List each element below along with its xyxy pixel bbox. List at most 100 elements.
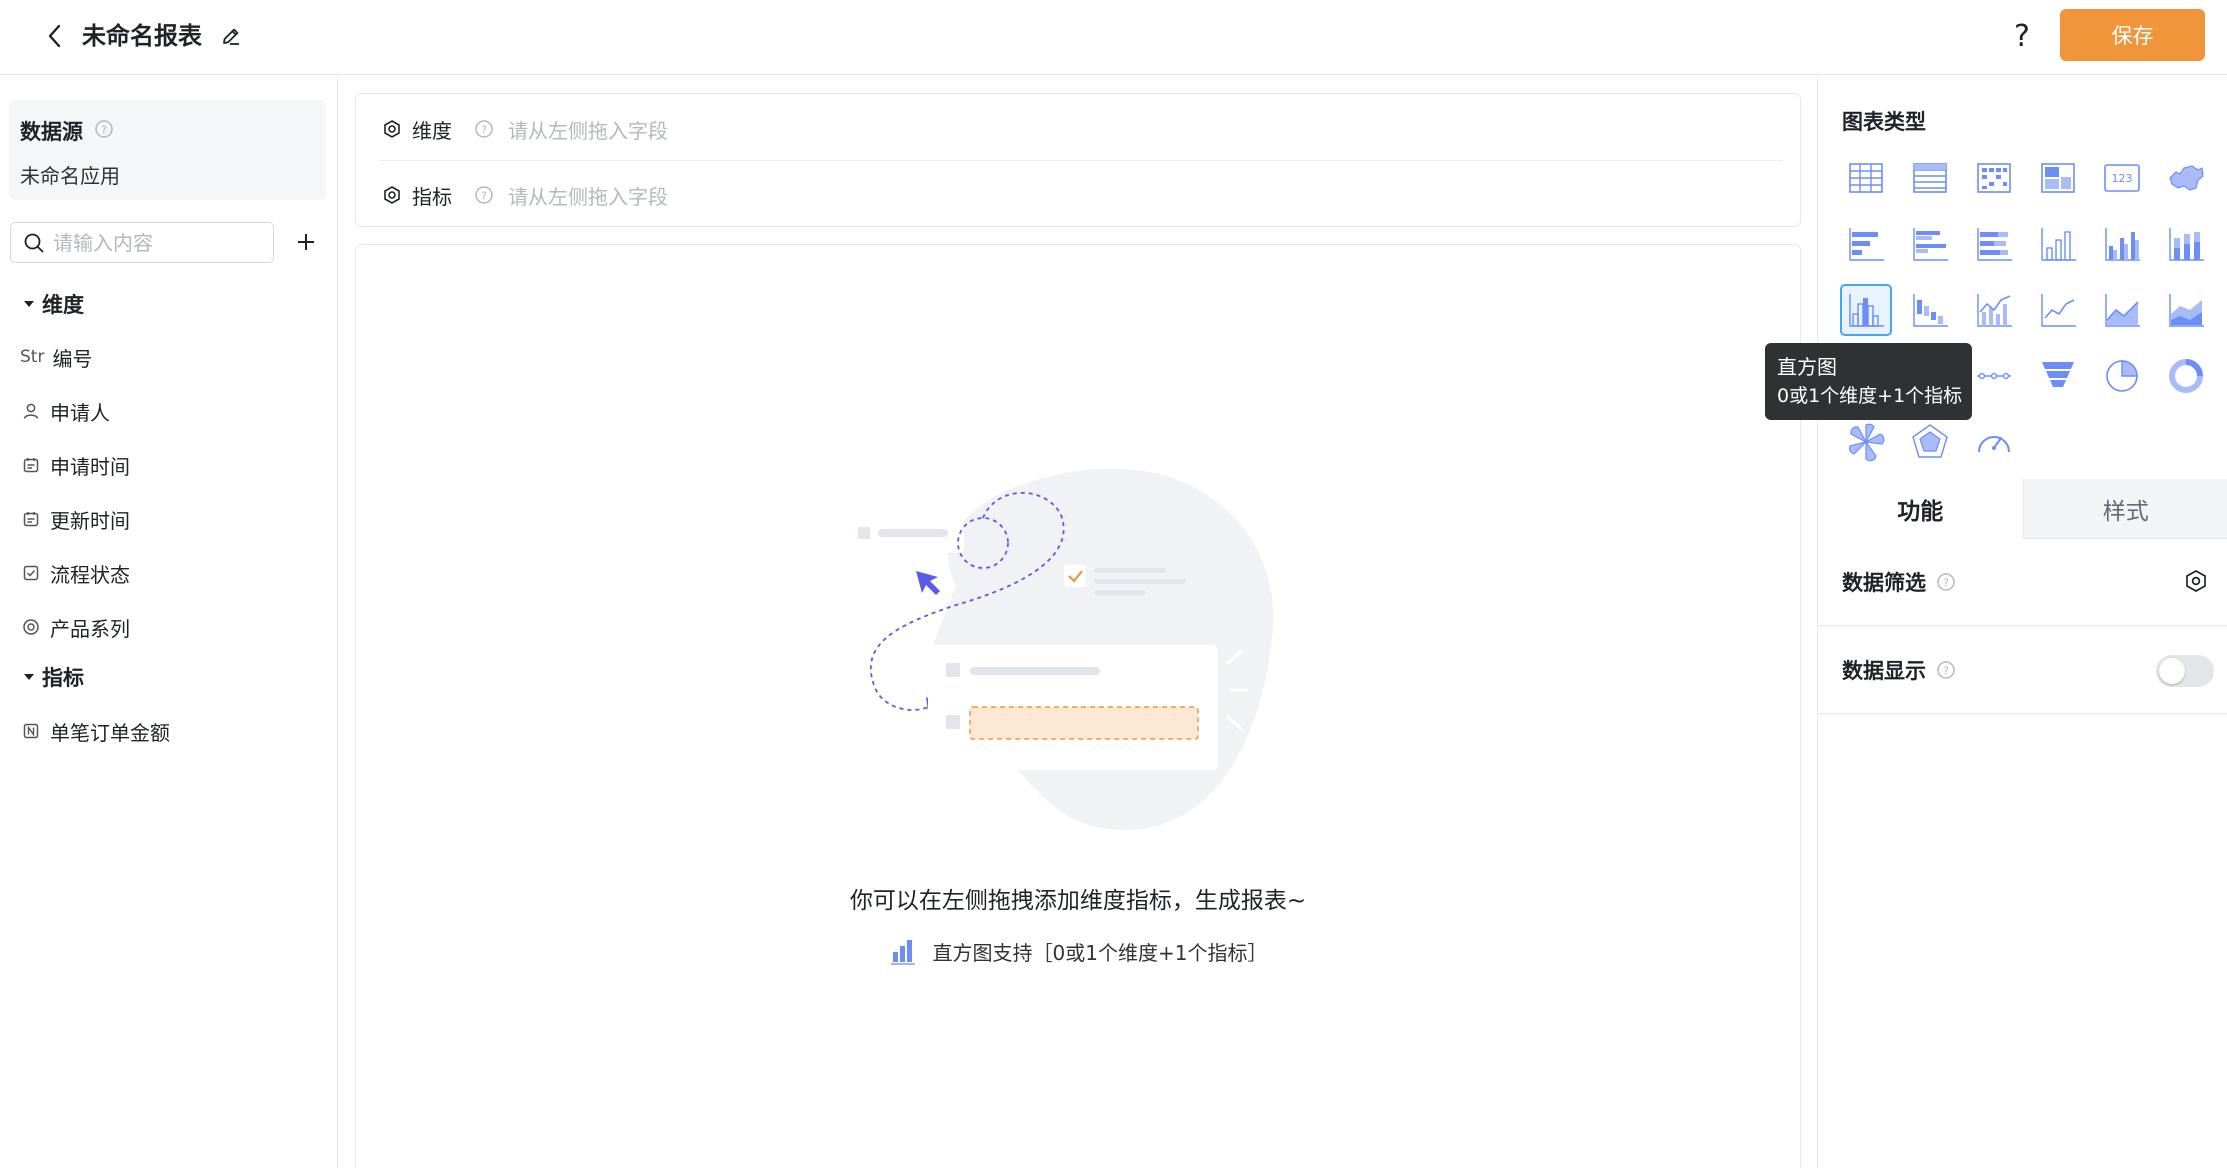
tooltip-title: 直方图	[1777, 355, 1837, 379]
back-button[interactable]	[38, 18, 70, 54]
chart-type-rose[interactable]	[1840, 416, 1892, 468]
pivot-table-icon	[1977, 163, 2011, 193]
field-item-product-series[interactable]: 产品系列	[20, 612, 130, 642]
datasource-card[interactable]: 数据源 ? 未命名应用	[9, 100, 326, 200]
report-canvas: 你可以在左侧拖拽添加维度指标，生成报表~ 直方图支持［0或1个维度+1个指标］	[355, 244, 1801, 1168]
chart-type-area-stacked[interactable]	[2160, 284, 2212, 336]
caret-down-icon	[24, 301, 34, 307]
chart-type-title: 图表类型	[1842, 110, 1926, 134]
gauge-icon	[1978, 436, 2010, 453]
field-item-order-amount[interactable]: 单笔订单金额	[20, 716, 170, 746]
svg-text:?: ?	[481, 190, 487, 203]
chart-type-gauge[interactable]	[1968, 416, 2020, 468]
chart-type-waterfall[interactable]	[1904, 284, 1956, 336]
chart-type-pie[interactable]	[2096, 350, 2148, 402]
tab-style[interactable]: 样式	[2022, 479, 2227, 539]
chart-type-radar[interactable]	[1904, 416, 1956, 468]
histogram-hint-icon	[890, 939, 915, 965]
chart-type-line[interactable]	[2032, 284, 2084, 336]
help-circle-icon[interactable]: ?	[94, 119, 114, 139]
report-title: 未命名报表	[82, 22, 202, 50]
timeline-icon	[1977, 372, 2011, 380]
calendar-icon	[20, 454, 42, 476]
dimension-group-header[interactable]: 维度	[24, 289, 84, 319]
chart-type-grid-table[interactable]	[2032, 152, 2084, 204]
save-button[interactable]: 保存	[2060, 9, 2205, 61]
field-item-apply-time[interactable]: 申请时间	[20, 450, 130, 480]
plus-icon	[298, 234, 314, 250]
chart-type-column-line[interactable]	[1968, 284, 2020, 336]
chart-type-table[interactable]	[1840, 152, 1892, 204]
calendar-icon	[20, 508, 42, 530]
help-circle-icon[interactable]: ?	[1936, 660, 1956, 680]
help-circle-icon[interactable]: ?	[474, 119, 494, 139]
chart-type-column-grouped[interactable]	[2096, 218, 2148, 270]
chart-type-column-stacked[interactable]	[2160, 218, 2212, 270]
chart-type-indicator-card[interactable]: 123	[2096, 152, 2148, 204]
chart-type-map[interactable]	[2160, 152, 2212, 204]
funnel-icon	[2042, 362, 2074, 387]
svg-text:?: ?	[101, 124, 107, 137]
field-item-update-time[interactable]: 更新时间	[20, 504, 130, 534]
metric-drop-row[interactable]: 指标 ? 请从左侧拖入字段	[382, 175, 668, 215]
field-item-flow-status[interactable]: 流程状态	[20, 558, 130, 588]
empty-state-illustration	[846, 468, 1274, 830]
help-button[interactable]: ?	[2000, 14, 2044, 58]
empty-message: 你可以在左侧拖拽添加维度指标，生成报表~	[849, 888, 1307, 914]
chart-support-hint: 直方图支持［0或1个维度+1个指标］	[356, 937, 1800, 966]
field-label: 编号	[52, 346, 93, 371]
help-circle-icon[interactable]: ?	[1936, 572, 1956, 592]
checkbox-icon	[20, 562, 42, 584]
stacked-column-icon	[2169, 228, 2204, 261]
field-label: 申请时间	[50, 454, 130, 479]
radar-chart-icon	[1912, 424, 1948, 458]
chart-type-tooltip: 直方图 0或1个维度+1个指标	[1765, 343, 1972, 420]
number-icon	[20, 720, 42, 742]
edit-title-button[interactable]	[216, 20, 246, 52]
help-circle-icon[interactable]: ?	[474, 185, 494, 205]
detail-table-icon	[1913, 163, 1947, 193]
chart-type-area[interactable]	[2096, 284, 2148, 336]
chart-type-donut[interactable]	[2160, 350, 2212, 402]
hint-text: 直方图支持［0或1个维度+1个指标］	[932, 941, 1268, 965]
column-chart-icon	[2041, 228, 2076, 261]
grid-table-icon	[2041, 163, 2075, 193]
svg-text:123: 123	[2112, 172, 2133, 185]
add-field-button[interactable]	[289, 224, 323, 260]
chart-type-pivot-table[interactable]	[1968, 152, 2020, 204]
chart-type-timeline[interactable]	[1968, 350, 2020, 402]
user-icon	[20, 400, 42, 422]
data-display-toggle[interactable]	[2156, 655, 2214, 687]
dimension-drop-row[interactable]: 维度 ? 请从左侧拖入字段	[382, 109, 668, 149]
data-filter-label: 数据筛选	[1842, 571, 1926, 595]
radio-icon	[20, 616, 42, 638]
waterfall-icon	[1913, 294, 1948, 327]
chart-type-detail-table[interactable]	[1904, 152, 1956, 204]
chart-type-bar-horizontal-grouped[interactable]	[1904, 218, 1956, 270]
toggle-knob	[2159, 658, 2185, 684]
edit-pencil-icon	[223, 28, 239, 45]
field-item-bianhao[interactable]: Str 编号	[20, 342, 92, 372]
chart-type-bar-horizontal-stacked[interactable]	[1968, 218, 2020, 270]
filter-settings-icon[interactable]	[2184, 569, 2208, 593]
search-input[interactable]	[53, 230, 253, 255]
map-icon	[2169, 165, 2204, 191]
field-label: 产品系列	[50, 616, 130, 641]
divider	[378, 160, 1782, 161]
chart-type-bar-horizontal[interactable]	[1840, 218, 1892, 270]
dimension-placeholder: 请从左侧拖入字段	[508, 118, 668, 143]
horizontal-bar-icon	[1849, 228, 1884, 261]
dimension-group-label: 维度	[42, 293, 84, 317]
field-drop-zone: 维度 ? 请从左侧拖入字段 指标 ? 请从左侧拖入字段	[355, 93, 1801, 227]
field-item-applicant[interactable]: 申请人	[20, 396, 110, 426]
svg-text:?: ?	[1943, 665, 1949, 678]
horizontal-grouped-bar-icon	[1913, 228, 1948, 261]
metric-group-label: 指标	[42, 666, 84, 690]
chart-type-histogram[interactable]	[1840, 284, 1892, 336]
chart-type-column[interactable]	[2032, 218, 2084, 270]
histogram-icon	[1849, 294, 1884, 327]
tab-function[interactable]: 功能	[1818, 479, 2023, 539]
metric-group-header[interactable]: 指标	[24, 662, 84, 692]
chart-type-funnel[interactable]	[2032, 350, 2084, 402]
field-search[interactable]	[10, 222, 274, 263]
